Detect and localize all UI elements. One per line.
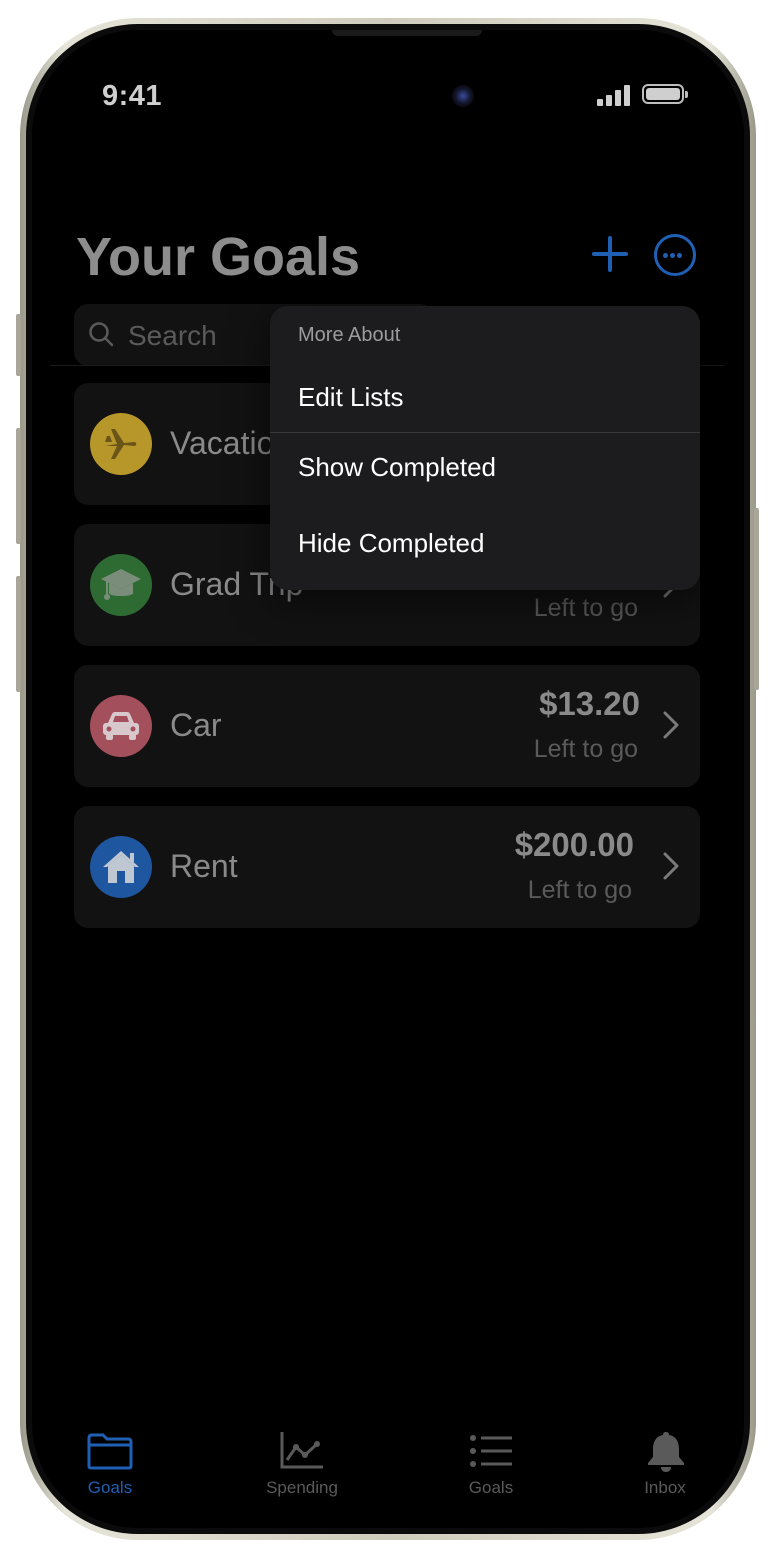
sensor-housing	[332, 30, 482, 36]
menu-item-edit-lists[interactable]: Edit Lists	[270, 364, 700, 434]
tab-label: Spending	[266, 1478, 338, 1497]
car-icon	[90, 695, 152, 757]
power-button	[754, 508, 759, 690]
goal-name: Rent	[170, 848, 238, 884]
tab-inbox[interactable]: Inbox	[605, 1420, 725, 1500]
menu-header: More About	[298, 324, 401, 346]
graduation-cap-icon	[90, 554, 152, 616]
volume-down-button	[16, 576, 21, 692]
camera-icon	[452, 85, 474, 107]
goal-amount: $13.20	[539, 685, 640, 722]
search-placeholder: Search	[128, 320, 217, 351]
bell-icon	[648, 1432, 684, 1472]
battery-icon	[642, 84, 688, 104]
house-icon	[90, 836, 152, 898]
tab-label: Goals	[468, 1478, 514, 1497]
signal-icon	[597, 84, 631, 106]
menu-divider	[270, 432, 700, 433]
menu-item-label: Edit Lists	[298, 382, 404, 412]
tab-spending[interactable]: Spending	[242, 1420, 362, 1500]
tab-goals-list[interactable]: Goals	[431, 1420, 551, 1500]
screen: 9:41 Your Goals Search Vacatio Grad Trip…	[32, 30, 744, 1528]
volume-up-button	[16, 428, 21, 544]
folder-icon	[87, 1433, 133, 1470]
tab-goals[interactable]: Goals	[50, 1420, 170, 1500]
goal-card-rent[interactable]: Rent $200.00 Left to go	[74, 806, 700, 928]
tab-label: Goals	[87, 1478, 133, 1497]
more-options-menu: More About Edit Lists Show Completed Hid…	[270, 306, 700, 590]
tab-bar: Goals Spending Goals Inbox	[32, 1420, 744, 1510]
menu-item-label: Show Completed	[298, 452, 496, 482]
add-goal-button[interactable]	[592, 236, 628, 272]
goal-left-label: Left to go	[533, 735, 638, 763]
menu-item-label: Hide Completed	[298, 528, 485, 558]
goal-left-label: Left to go	[533, 594, 638, 622]
goal-name: Vacatio	[170, 425, 275, 461]
action-button	[16, 314, 21, 376]
list-icon	[470, 1435, 512, 1467]
goal-card-car[interactable]: Car $13.20 Left to go	[74, 665, 700, 787]
search-icon	[89, 322, 114, 347]
goal-left-label: Left to go	[527, 876, 632, 904]
tab-label: Inbox	[644, 1478, 686, 1497]
chevron-right-icon	[663, 711, 679, 739]
chart-line-icon	[280, 1432, 323, 1469]
chevron-right-icon	[663, 852, 679, 880]
airplane-icon	[90, 413, 152, 475]
menu-item-hide-completed[interactable]: Hide Completed	[270, 510, 700, 580]
goal-name: Car	[170, 707, 222, 743]
menu-item-show-completed[interactable]: Show Completed	[270, 434, 700, 504]
status-time: 9:41	[102, 80, 163, 112]
page-title: Your Goals	[76, 227, 361, 287]
goal-amount: $200.00	[514, 826, 634, 863]
more-options-button[interactable]	[654, 234, 696, 276]
